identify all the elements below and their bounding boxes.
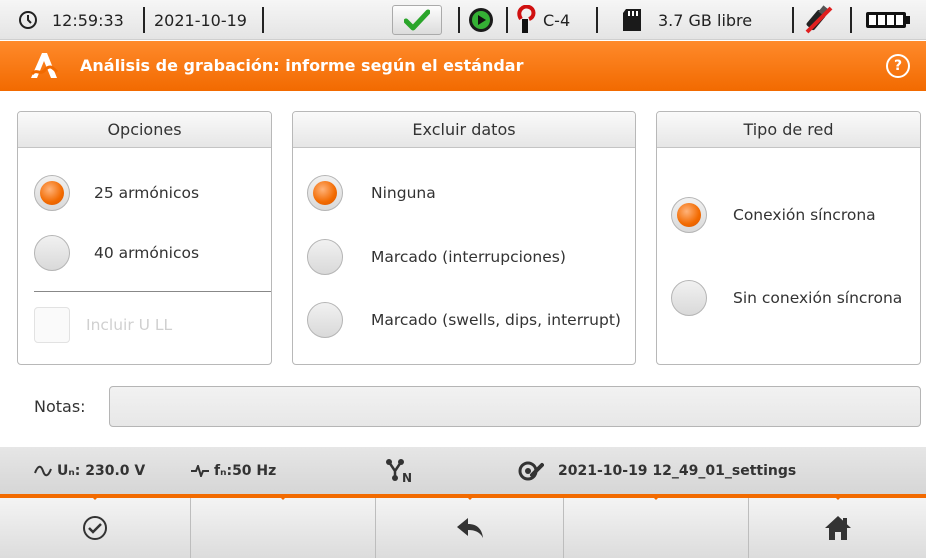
- option-label: 40 armónicos: [94, 244, 200, 262]
- option-label: 25 armónicos: [94, 184, 200, 202]
- divider: [792, 7, 794, 33]
- radio-button[interactable]: [671, 197, 707, 233]
- divider: [143, 7, 145, 33]
- exclude-none-option[interactable]: Ninguna: [307, 175, 436, 211]
- info-bar: Uₙ: 230.0 V fₙ:50 Hz N 2021-10-19 12_49_…: [0, 447, 926, 494]
- play-icon: [468, 0, 494, 40]
- settings-wrench-icon: [518, 461, 544, 480]
- title-bar: Análisis de grabación: informe según el …: [0, 41, 926, 91]
- battery-icon: [865, 0, 911, 40]
- radio-button[interactable]: [34, 235, 70, 271]
- nominal-frequency-value: fₙ:50 Hz: [214, 462, 277, 479]
- option-label: Conexión síncrona: [733, 206, 876, 224]
- exclude-marked-events-option[interactable]: Marcado (swells, dips, interrupt): [307, 302, 621, 338]
- sd-card-icon: [622, 0, 642, 40]
- storage-label: 3.7 GB libre: [658, 10, 753, 30]
- options-panel: Opciones 25 armónicos 40 armónicos Inclu…: [17, 111, 272, 365]
- exclude-panel-header: Excluir datos: [293, 112, 635, 148]
- divider: [262, 7, 264, 33]
- divider: [458, 7, 460, 33]
- nominal-frequency: fₙ:50 Hz: [190, 447, 276, 494]
- function-button-2[interactable]: [191, 494, 376, 558]
- app-logo-icon: [28, 50, 60, 87]
- home-button[interactable]: [749, 494, 926, 558]
- settings-file: 2021-10-19 12_49_01_settings: [518, 447, 796, 494]
- option-40-harmonics[interactable]: 40 armónicos: [34, 235, 199, 271]
- frequency-icon: [191, 464, 209, 477]
- option-label: Marcado (interrupciones): [371, 248, 566, 266]
- option-label: Ninguna: [371, 184, 436, 202]
- divider: [34, 291, 271, 292]
- options-panel-header: Opciones: [18, 112, 271, 148]
- function-button-4[interactable]: [564, 494, 749, 558]
- checkbox-label: Incluir U LL: [86, 316, 173, 334]
- status-time: 12:59:33: [52, 10, 124, 30]
- svg-text:N: N: [402, 471, 412, 484]
- checkmark-icon: [404, 9, 430, 31]
- clock-icon: [18, 0, 38, 40]
- clamp-label: C-4: [543, 10, 571, 30]
- usb-disconnected-icon: [803, 0, 835, 40]
- back-button[interactable]: [376, 494, 564, 558]
- back-arrow-icon: [456, 518, 483, 538]
- option-label: Marcado (swells, dips, interrupt): [371, 311, 621, 329]
- status-date: 2021-10-19: [154, 10, 247, 30]
- ac-wave-icon: [34, 465, 52, 476]
- radio-button[interactable]: [307, 175, 343, 211]
- function-button-bar: [0, 494, 926, 558]
- divider: [506, 7, 508, 33]
- exclude-marked-interruptions-option[interactable]: Marcado (interrupciones): [307, 239, 566, 275]
- network-topology-icon: N: [386, 458, 412, 484]
- option-25-harmonics[interactable]: 25 armónicos: [34, 175, 199, 211]
- nominal-voltage: Uₙ: 230.0 V: [34, 447, 145, 494]
- radio-button[interactable]: [307, 302, 343, 338]
- check-circle-icon: [83, 516, 107, 540]
- nominal-voltage-value: Uₙ: 230.0 V: [57, 462, 146, 479]
- network-type-panel: Tipo de red Conexión síncrona Sin conexi…: [656, 111, 921, 365]
- confirm-button[interactable]: [0, 494, 191, 558]
- radio-button[interactable]: [307, 239, 343, 275]
- notes-label: Notas:: [34, 397, 86, 416]
- exclude-data-panel: Excluir datos Ninguna Marcado (interrupc…: [292, 111, 636, 365]
- radio-button[interactable]: [671, 280, 707, 316]
- network-panel-header: Tipo de red: [657, 112, 920, 148]
- option-label: Sin conexión síncrona: [733, 289, 903, 307]
- help-button[interactable]: ?: [886, 54, 910, 78]
- divider: [596, 7, 598, 33]
- sync-connection-option[interactable]: Conexión síncrona: [671, 197, 876, 233]
- settings-file-name: 2021-10-19 12_49_01_settings: [558, 462, 797, 479]
- status-ok-button[interactable]: [392, 5, 442, 35]
- radio-button[interactable]: [34, 175, 70, 211]
- checkbox[interactable]: [34, 307, 70, 343]
- page-title: Análisis de grabación: informe según el …: [80, 56, 524, 75]
- divider: [850, 7, 852, 33]
- status-bar: 12:59:33 2021-10-19 C-4 3.7 GB libre: [0, 0, 926, 40]
- clamp-icon: [517, 0, 537, 40]
- no-sync-connection-option[interactable]: Sin conexión síncrona: [671, 280, 902, 316]
- network-type-indicator: N: [385, 447, 415, 494]
- home-icon: [824, 516, 851, 540]
- notes-input[interactable]: [109, 386, 921, 427]
- include-ull-checkbox[interactable]: Incluir U LL: [34, 307, 172, 343]
